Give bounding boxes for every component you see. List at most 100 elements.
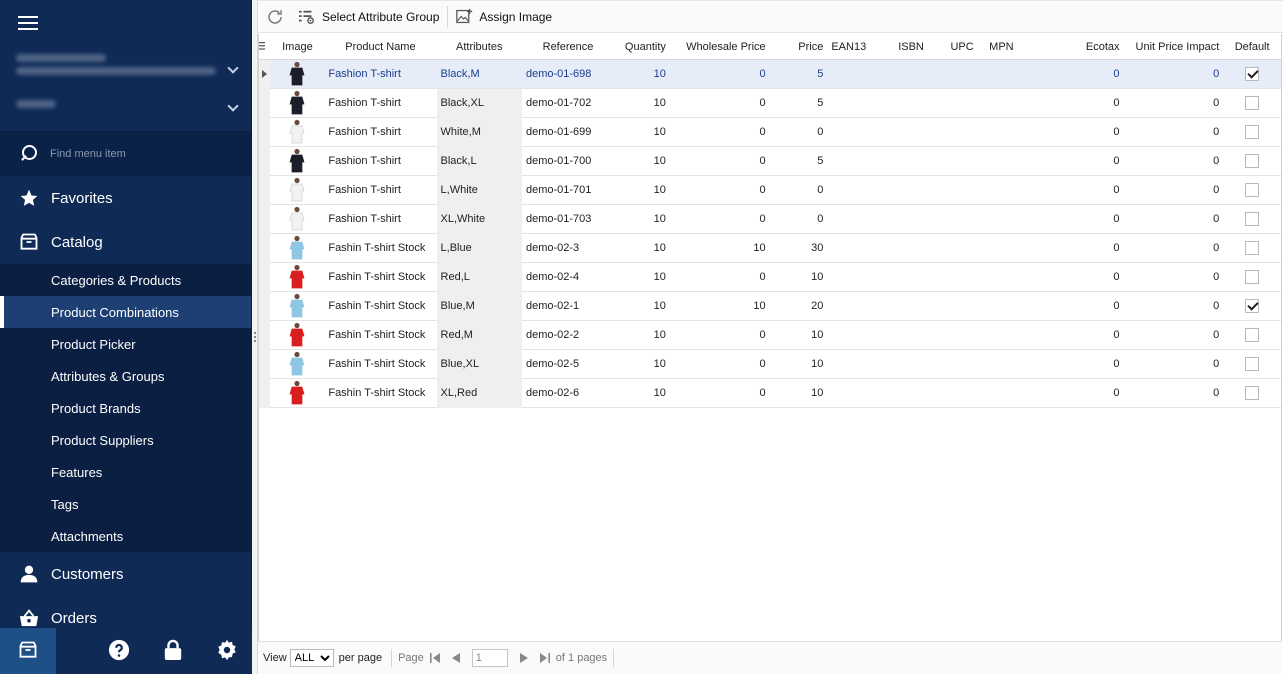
col-header-default[interactable]: Default <box>1223 41 1281 53</box>
sidebar-group-customers[interactable]: Customers <box>0 552 251 596</box>
cell-ecotax[interactable]: 0 <box>1039 147 1123 176</box>
cell-price[interactable]: 30 <box>770 234 828 263</box>
cell-unit-price-impact[interactable]: 0 <box>1124 205 1224 234</box>
cell-mpn[interactable] <box>985 60 1039 89</box>
cell-product-name[interactable]: Fashion T-shirt <box>324 147 436 176</box>
cell-reference[interactable]: demo-02-1 <box>522 292 614 321</box>
table-row[interactable]: Fashion T-shirt White,M demo-01-699 10 0 0 0 0 <box>259 117 1281 147</box>
sidebar-item-attributes-groups[interactable]: Attributes & Groups <box>0 360 251 392</box>
cell-attributes[interactable]: Black,M <box>437 60 522 89</box>
table-row[interactable]: Fashin T-shirt Stock L,Blue demo-02-3 10 10 3… <box>259 233 1281 263</box>
cell-isbn[interactable] <box>883 350 939 379</box>
cell-upc[interactable] <box>939 379 985 408</box>
cell-attributes[interactable]: L,White <box>436 175 522 205</box>
cell-upc[interactable] <box>939 234 985 263</box>
cell-attributes[interactable]: Black,L <box>436 146 522 176</box>
cell-wholesale-price[interactable]: 0 <box>670 89 770 118</box>
table-row[interactable]: Fashin T-shirt Stock XL,Red demo-02-6 10 0 10… <box>259 378 1281 408</box>
page-number-input[interactable] <box>471 649 508 667</box>
default-checkbox[interactable] <box>1245 212 1260 226</box>
cell-upc[interactable] <box>939 205 985 234</box>
cell-attributes[interactable]: XL,Red <box>436 378 522 408</box>
cell-ean13[interactable] <box>827 205 883 234</box>
cell-product-name[interactable]: Fashion T-shirt <box>324 176 436 205</box>
cell-unit-price-impact[interactable]: 0 <box>1124 176 1224 205</box>
assign-image-button[interactable]: Assign Image <box>452 3 556 31</box>
cell-isbn[interactable] <box>883 60 939 89</box>
sidebar-item-product-combinations[interactable]: Product Combinations <box>0 296 251 328</box>
sidebar-item-categories-products[interactable]: Categories & Products <box>0 264 251 296</box>
last-page-icon[interactable] <box>539 653 550 663</box>
cell-ean13[interactable] <box>827 234 883 263</box>
cell-attributes[interactable]: Red,L <box>436 262 522 292</box>
cell-reference[interactable]: demo-02-5 <box>522 350 614 379</box>
cell-ecotax[interactable]: 0 <box>1039 379 1123 408</box>
cell-upc[interactable] <box>939 89 985 118</box>
cell-mpn[interactable] <box>985 292 1039 321</box>
cell-product-name[interactable]: Fashion T-shirt <box>324 89 436 118</box>
cell-ean13[interactable] <box>827 176 883 205</box>
cell-quantity[interactable]: 10 <box>614 263 670 292</box>
sidebar-item-product-brands[interactable]: Product Brands <box>0 392 251 424</box>
cell-mpn[interactable] <box>985 205 1039 234</box>
table-row[interactable]: Fashion T-shirt XL,White demo-01-703 10 0 0 0 0 <box>259 204 1281 234</box>
col-header-image[interactable]: Image <box>270 41 324 53</box>
cell-price[interactable]: 10 <box>770 350 828 379</box>
default-checkbox[interactable] <box>1245 328 1260 342</box>
cell-product-name[interactable]: Fashion T-shirt <box>324 118 436 147</box>
cell-mpn[interactable] <box>985 118 1039 147</box>
cell-mpn[interactable] <box>985 379 1039 408</box>
cell-upc[interactable] <box>939 263 985 292</box>
cell-isbn[interactable] <box>883 147 939 176</box>
cell-isbn[interactable] <box>883 263 939 292</box>
cell-price[interactable]: 0 <box>770 176 828 205</box>
help-button[interactable] <box>94 628 144 674</box>
cell-mpn[interactable] <box>985 263 1039 292</box>
cell-reference[interactable]: demo-01-700 <box>522 147 614 176</box>
cell-price[interactable]: 10 <box>770 379 828 408</box>
cell-ecotax[interactable]: 0 <box>1039 234 1123 263</box>
cell-upc[interactable] <box>939 60 985 89</box>
cell-ecotax[interactable]: 0 <box>1039 292 1123 321</box>
cell-unit-price-impact[interactable]: 0 <box>1124 292 1224 321</box>
default-checkbox[interactable] <box>1245 357 1260 371</box>
cell-mpn[interactable] <box>985 147 1039 176</box>
cell-ean13[interactable] <box>827 321 883 350</box>
cell-wholesale-price[interactable]: 0 <box>670 176 770 205</box>
cell-ecotax[interactable]: 0 <box>1039 263 1123 292</box>
cell-ean13[interactable] <box>827 350 883 379</box>
cell-ean13[interactable] <box>827 60 883 89</box>
cell-isbn[interactable] <box>883 321 939 350</box>
cell-isbn[interactable] <box>883 205 939 234</box>
default-checkbox[interactable] <box>1245 270 1260 284</box>
cell-wholesale-price[interactable]: 0 <box>670 379 770 408</box>
col-header-price[interactable]: Price <box>770 41 828 53</box>
default-checkbox[interactable] <box>1245 183 1260 197</box>
cell-isbn[interactable] <box>883 379 939 408</box>
col-header-product-name[interactable]: Product Name <box>324 41 436 53</box>
cell-unit-price-impact[interactable]: 0 <box>1124 118 1224 147</box>
default-checkbox[interactable] <box>1245 96 1260 110</box>
default-checkbox[interactable] <box>1245 154 1260 168</box>
table-row[interactable]: Fashin T-shirt Stock Blue,XL demo-02-5 10 0 1… <box>259 349 1281 379</box>
col-header-wholesale-price[interactable]: Wholesale Price <box>670 41 770 53</box>
cell-attributes[interactable]: L,Blue <box>436 233 522 263</box>
cell-unit-price-impact[interactable]: 0 <box>1124 263 1224 292</box>
cell-wholesale-price[interactable]: 0 <box>670 147 770 176</box>
cell-wholesale-price[interactable]: 0 <box>670 205 770 234</box>
cell-product-name[interactable]: Fashin T-shirt Stock <box>324 263 436 292</box>
col-header-ecotax[interactable]: Ecotax <box>1039 41 1123 53</box>
cell-attributes[interactable]: White,M <box>436 117 522 147</box>
refresh-button[interactable] <box>262 3 294 31</box>
cell-attributes[interactable]: XL,White <box>436 204 522 234</box>
col-header-unit-price-impact[interactable]: Unit Price Impact <box>1124 41 1224 53</box>
cell-quantity[interactable]: 10 <box>614 321 670 350</box>
table-row[interactable]: Fashion T-shirt Black,XL demo-01-702 10 0 5 0 0 <box>259 88 1281 118</box>
table-row[interactable]: Fashion T-shirt Black,L demo-01-700 10 0 5 0 0 <box>259 146 1281 176</box>
cell-product-name[interactable]: Fashion T-shirt <box>324 60 436 89</box>
table-row[interactable]: Fashin T-shirt Stock Blue,M demo-02-1 10 10 2… <box>259 291 1281 321</box>
table-row[interactable]: Fashion T-shirt L,White demo-01-701 10 0 0 0 0 <box>259 175 1281 205</box>
settings-button[interactable] <box>202 628 252 674</box>
cell-ean13[interactable] <box>827 89 883 118</box>
cell-ecotax[interactable]: 0 <box>1039 89 1123 118</box>
